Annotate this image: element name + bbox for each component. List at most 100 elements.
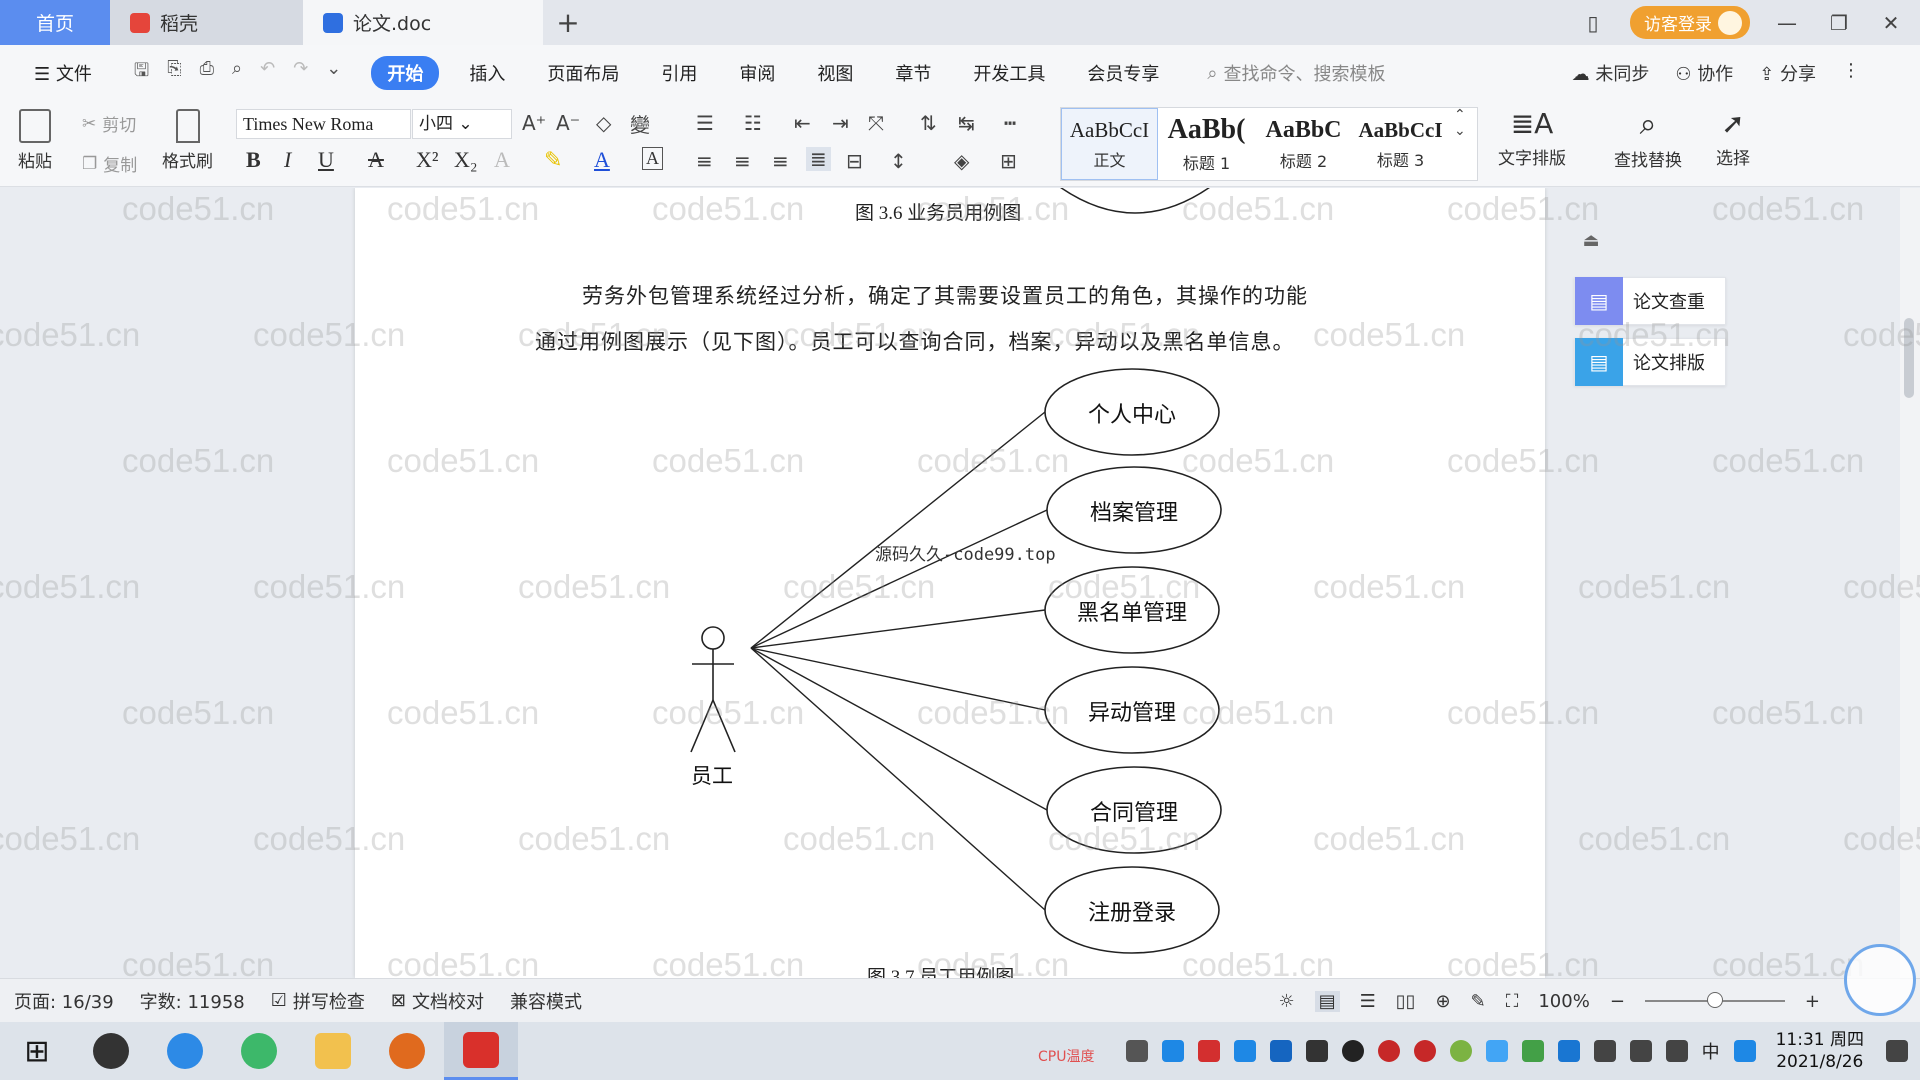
tab-home[interactable]: 首页 [0, 0, 110, 45]
subscript-button[interactable]: X₂ [454, 147, 478, 173]
shading-icon[interactable]: ◈ [954, 149, 969, 173]
nvidia-icon[interactable] [1521, 1040, 1544, 1062]
assistant-bubble-icon[interactable] [1844, 944, 1916, 1016]
reading-view-icon[interactable]: ▯▯ [1396, 991, 1416, 1012]
italic-button[interactable]: I [284, 147, 291, 173]
text-layout-button[interactable]: ≣A 文字排版 [1498, 107, 1566, 169]
line-spacing-icon[interactable]: ↕ [890, 149, 907, 173]
ruler-icon[interactable]: ┅ [1004, 111, 1016, 135]
command-search-input[interactable]: ⌕ 查找命令、搜索模板 [1207, 60, 1385, 86]
eye-protection-icon[interactable]: ☼ [1278, 991, 1294, 1012]
tray-app-icon[interactable] [1413, 1040, 1436, 1062]
redo-icon[interactable]: ↷ [293, 58, 308, 88]
style-scroll-icon[interactable]: ⌃ ⌄ [1454, 107, 1466, 139]
doc-proofread-button[interactable]: ⊠ 文档校对 [391, 988, 484, 1014]
chinese-layout-icon[interactable]: ⤧ [868, 111, 884, 135]
qq-icon[interactable] [1341, 1040, 1364, 1062]
shrink-font-icon[interactable]: A⁻ [556, 111, 580, 135]
page-indicator[interactable]: 页面: 16/39 [14, 988, 114, 1014]
tray-app-icon[interactable] [1125, 1040, 1148, 1062]
taskbar-app[interactable] [444, 1022, 518, 1080]
distributed-icon[interactable]: ⊟ [846, 149, 863, 173]
notification-bell-icon[interactable] [1305, 1040, 1328, 1062]
clear-format-icon[interactable]: ◇ [596, 111, 611, 135]
format-painter-button[interactable]: 格式刷 [162, 109, 213, 172]
tab-daoke[interactable]: 稻壳 [110, 0, 303, 45]
tray-app-icon[interactable] [1233, 1040, 1256, 1062]
shield-icon[interactable] [1269, 1040, 1292, 1062]
outline-view-icon[interactable]: ☰ [1360, 991, 1376, 1012]
phonetic-icon[interactable]: 變 [630, 109, 650, 138]
restore-button[interactable]: ❐ [1824, 11, 1854, 35]
bold-button[interactable]: B [246, 147, 261, 173]
clock[interactable]: 11:31 周四 2021/8/26 [1776, 1029, 1864, 1073]
copy-button[interactable]: ❐ 复制 [82, 151, 137, 177]
text-effect-button[interactable]: A [494, 147, 510, 173]
chevron-down-icon[interactable]: ⌄ [326, 58, 341, 88]
highlight-icon[interactable]: ✎ [544, 147, 562, 173]
vertical-scrollbar[interactable] [1900, 188, 1920, 978]
tray-app-icon[interactable] [1449, 1040, 1472, 1062]
decrease-indent-icon[interactable]: ⇤ [794, 111, 811, 135]
tab-review[interactable]: 审阅 [727, 56, 787, 90]
tray-app-icon[interactable] [1377, 1040, 1400, 1062]
sort-icon[interactable]: ⇅ [920, 111, 937, 135]
tab-insert[interactable]: 插入 [457, 56, 517, 90]
tab-chapter[interactable]: 章节 [883, 56, 943, 90]
volume-icon[interactable] [1665, 1040, 1688, 1062]
share-button[interactable]: ⇪ 分享 [1759, 60, 1816, 86]
document-page[interactable]: 图 3.6 业务员用例图 劳务外包管理系统经过分析，确定了其需要设置员工的角色，… [355, 188, 1545, 978]
zoom-slider-knob[interactable] [1706, 992, 1723, 1008]
paste-button[interactable]: 粘贴 [18, 109, 52, 172]
style-heading-2[interactable]: AaBbC 标题 2 [1255, 108, 1352, 180]
zoom-level[interactable]: 100% [1538, 991, 1589, 1012]
paper-check-button[interactable]: ▤ 论文查重 [1574, 277, 1726, 325]
wifi-icon[interactable] [1629, 1040, 1652, 1062]
tray-app-icon[interactable] [1485, 1040, 1508, 1062]
panel-layout-icon[interactable]: ▯ [1578, 11, 1608, 35]
font-name-select[interactable]: Times New Roma [236, 109, 411, 139]
web-view-icon[interactable]: ⊕ [1436, 991, 1451, 1012]
close-button[interactable]: ✕ [1876, 11, 1906, 35]
bullet-list-icon[interactable]: ☰ [696, 111, 714, 135]
increase-indent-icon[interactable]: ⇥ [832, 111, 849, 135]
find-replace-button[interactable]: ⌕ 查找替换 [1614, 107, 1682, 171]
spell-check-button[interactable]: ☑ 拼写检查 [271, 988, 365, 1014]
action-center-icon[interactable] [1886, 1040, 1908, 1062]
tab-references[interactable]: 引用 [649, 56, 709, 90]
collapse-panel-icon[interactable]: ⏏ [1576, 230, 1606, 260]
battery-icon[interactable] [1593, 1040, 1616, 1062]
ime-indicator[interactable]: 中 [1702, 1038, 1720, 1064]
sync-button[interactable]: ☁ 未同步 [1572, 60, 1650, 86]
taskbar-app[interactable] [370, 1022, 444, 1080]
tray-app-icon[interactable] [1197, 1040, 1220, 1062]
zoom-slider[interactable] [1644, 992, 1785, 1008]
tray-app-icon[interactable] [1161, 1040, 1184, 1062]
taskbar-app[interactable] [148, 1022, 222, 1080]
page-view-icon[interactable]: ▤ [1314, 990, 1340, 1012]
print-preview-icon[interactable]: ⌕ [232, 58, 242, 88]
zoom-in-icon[interactable]: + [1805, 991, 1820, 1012]
more-icon[interactable]: ⋮ [1842, 60, 1860, 86]
char-border-button[interactable]: A [642, 147, 663, 170]
new-tab-button[interactable]: + [543, 0, 593, 45]
underline-button[interactable]: U [318, 147, 334, 173]
align-right-icon[interactable]: ≡ [772, 149, 789, 173]
print-icon[interactable]: ⎙ [200, 58, 214, 88]
taskbar-app[interactable] [222, 1022, 296, 1080]
save-icon[interactable]: 🖫 [134, 58, 149, 88]
numbered-list-icon[interactable]: ☷ [744, 111, 762, 135]
paper-layout-button[interactable]: ▤ 论文排版 [1574, 338, 1726, 386]
undo-icon[interactable]: ↶ [260, 58, 275, 88]
start-button[interactable]: ⊞ [0, 1022, 74, 1080]
taskbar-app[interactable] [296, 1022, 370, 1080]
tab-view[interactable]: 视图 [805, 56, 865, 90]
tab-page-layout[interactable]: 页面布局 [535, 56, 631, 90]
pen-icon[interactable]: ✎ [1471, 991, 1486, 1012]
visitor-login-button[interactable]: 访客登录 [1630, 6, 1750, 39]
font-size-select[interactable]: 小四 ⌄ [412, 109, 512, 139]
align-left-icon[interactable]: ≡ [696, 149, 713, 173]
word-count[interactable]: 字数: 11958 [140, 988, 245, 1014]
align-center-icon[interactable]: ≡ [734, 149, 751, 173]
superscript-button[interactable]: X² [416, 147, 438, 173]
